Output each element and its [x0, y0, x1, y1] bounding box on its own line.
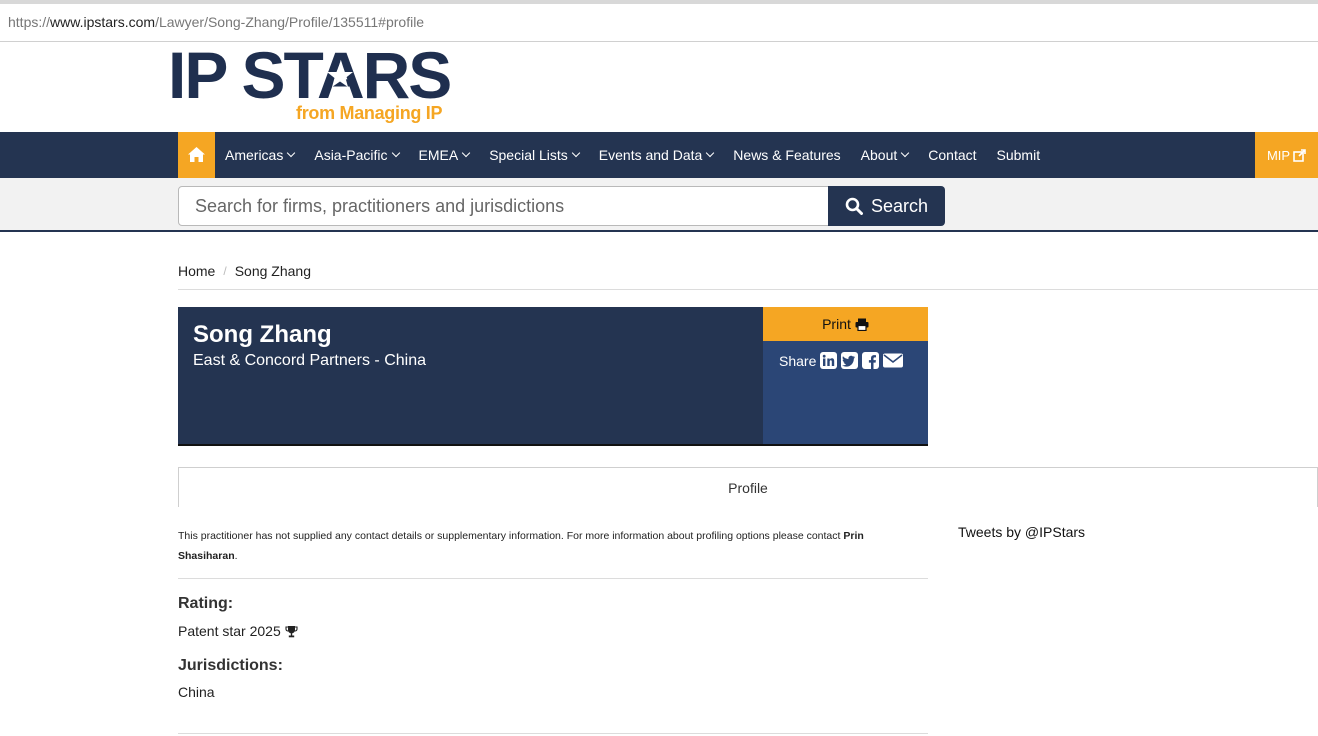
chevron-down-icon [391, 148, 400, 158]
logo-star-icon [327, 63, 353, 87]
url-text[interactable]: https://www.ipstars.com/Lawyer/Song-Zhan… [8, 14, 424, 30]
jurisdictions-heading: Jurisdictions: [178, 657, 283, 674]
breadcrumb-separator: / [223, 264, 227, 278]
print-label: Print [822, 316, 851, 332]
profile-actions: Print Share [763, 307, 928, 446]
external-link-icon [1293, 148, 1306, 162]
breadcrumb-current: Song Zhang [234, 263, 311, 279]
site-logo[interactable]: IP STARS from Managing IP [168, 42, 458, 128]
practitioner-firm[interactable]: East & Concord Partners - China [193, 352, 426, 370]
contact-note: This practitioner has not supplied any c… [178, 526, 918, 566]
rating-row: Patent star 2025 [178, 623, 298, 639]
chevron-down-icon [901, 148, 910, 158]
nav-item-asia-pacific[interactable]: Asia-Pacific [304, 132, 408, 178]
nav-item-label: Contact [928, 147, 977, 163]
profile-tab-bar: Profile [178, 467, 1318, 507]
nav-item-emea[interactable]: EMEA [409, 132, 480, 178]
chevron-down-icon [706, 148, 715, 158]
logo-title: IP STARS [168, 38, 452, 112]
nav-item-label: Special Lists [489, 147, 568, 163]
breadcrumb-divider [178, 289, 1318, 290]
nav-item-submit[interactable]: Submit [987, 132, 1051, 178]
url-host: www.ipstars.com [50, 14, 156, 30]
mip-label: MIP [1266, 147, 1291, 163]
nav-item-label: Submit [996, 147, 1041, 163]
nav-item-news-features[interactable]: News & Features [723, 132, 850, 178]
main-nav: Americas Asia-Pacific EMEA Special Lists Eve… [0, 132, 1318, 178]
nav-item-label: EMEA [418, 147, 459, 163]
content-divider-bottom [178, 733, 928, 734]
nav-home-button[interactable] [178, 132, 215, 178]
breadcrumb: Home / Song Zhang [178, 263, 311, 279]
nav-item-americas[interactable]: Americas [215, 132, 304, 178]
chevron-down-icon [287, 148, 296, 158]
practitioner-name: Song Zhang [193, 321, 332, 348]
mip-link[interactable]: MIP [1255, 132, 1318, 178]
nav-item-label: Events and Data [598, 147, 703, 163]
share-label: Share [779, 352, 817, 369]
content-divider [178, 578, 928, 579]
home-icon [188, 147, 205, 162]
nav-item-label: Americas [225, 147, 284, 163]
print-button[interactable]: Print [763, 307, 928, 341]
chevron-down-icon [461, 148, 471, 158]
tab-profile[interactable]: Profile [179, 480, 1317, 496]
url-prefix: https:// [8, 14, 51, 30]
search-icon [845, 197, 863, 215]
note-text: This practitioner has not supplied any c… [178, 530, 844, 542]
note-end: . [234, 550, 238, 562]
nav-item-label: About [860, 147, 898, 163]
search-button-label: Search [870, 195, 929, 216]
nav-items: Americas Asia-Pacific EMEA Special Lists Eve… [215, 132, 1050, 178]
address-bar[interactable]: https://www.ipstars.com/Lawyer/Song-Zhan… [0, 0, 1318, 42]
printer-icon [855, 318, 869, 331]
nav-item-events-and-data[interactable]: Events and Data [589, 132, 724, 178]
nav-item-about[interactable]: About [851, 132, 919, 178]
linkedin-icon[interactable] [820, 352, 838, 369]
logo-subtitle: from Managing IP [296, 103, 443, 123]
facebook-icon[interactable] [862, 352, 880, 369]
share-row: Share [779, 352, 904, 369]
nav-item-label: News & Features [733, 147, 841, 163]
search-button[interactable]: Search [828, 186, 945, 226]
tweets-link[interactable]: Tweets by @IPStars [958, 524, 1085, 540]
rating-value: Patent star 2025 [178, 623, 281, 639]
twitter-icon[interactable] [841, 352, 859, 369]
nav-item-special-lists[interactable]: Special Lists [479, 132, 589, 178]
nav-item-label: Asia-Pacific [314, 147, 388, 163]
trophy-icon [285, 625, 298, 637]
breadcrumb-home[interactable]: Home [178, 263, 215, 279]
nav-item-contact[interactable]: Contact [918, 132, 986, 178]
search-input[interactable] [178, 186, 830, 226]
chevron-down-icon [571, 148, 581, 158]
search-strip: Search [0, 178, 1318, 232]
email-icon[interactable] [883, 352, 904, 369]
jurisdictions-value: China [178, 684, 215, 700]
profile-header: Song Zhang East & Concord Partners - Chi… [178, 307, 763, 446]
rating-heading: Rating: [178, 595, 234, 612]
url-path: /Lawyer/Song-Zhang/Profile/135511#profil… [155, 14, 425, 30]
